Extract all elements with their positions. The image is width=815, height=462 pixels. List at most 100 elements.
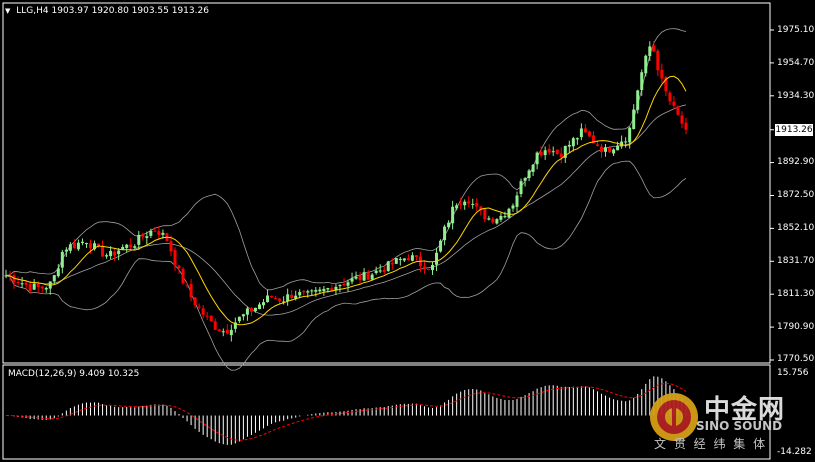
candle-body-76 xyxy=(310,290,314,292)
candle-body-140 xyxy=(567,144,571,147)
candle-body-160 xyxy=(648,46,652,57)
candle-body-67 xyxy=(274,298,278,300)
candle-body-5 xyxy=(24,282,28,285)
candle-body-8 xyxy=(36,284,40,288)
candle-body-88 xyxy=(358,275,362,281)
candle-body-124 xyxy=(503,216,507,218)
candle-body-127 xyxy=(515,195,519,207)
candle-body-120 xyxy=(487,218,491,220)
candle-body-49 xyxy=(201,308,205,315)
candle-body-36 xyxy=(149,230,153,236)
candle-body-31 xyxy=(129,244,133,248)
candle-body-13 xyxy=(56,268,60,277)
candle-body-71 xyxy=(290,294,294,299)
price-label-1: 1954.70 xyxy=(777,58,815,68)
candle-body-166 xyxy=(672,101,676,106)
candle-body-30 xyxy=(125,244,129,248)
candle-body-122 xyxy=(495,219,499,224)
macd-signal-line xyxy=(5,382,687,441)
candle-body-38 xyxy=(157,231,161,235)
candle-body-136 xyxy=(551,151,555,153)
candle-body-169 xyxy=(684,122,688,130)
candle-body-130 xyxy=(527,170,531,178)
bollinger-lower-band xyxy=(5,160,687,371)
candle-body-7 xyxy=(32,283,36,290)
candle-body-85 xyxy=(346,282,350,286)
candle-body-64 xyxy=(262,302,266,306)
candle-body-108 xyxy=(439,240,443,252)
candle-body-109 xyxy=(443,226,447,241)
price-label-10: 1770.50 xyxy=(777,354,815,364)
candle-body-100 xyxy=(406,258,410,261)
candle-body-113 xyxy=(459,204,463,206)
candle-body-126 xyxy=(511,205,515,209)
chart-window[interactable]: ▼ LLG,H4 1903.97 1920.80 1903.55 1913.26… xyxy=(0,0,815,462)
candle-body-162 xyxy=(656,50,660,71)
candle-body-79 xyxy=(322,288,326,292)
candle-body-110 xyxy=(447,222,451,228)
price-label-7: 1831.70 xyxy=(777,256,815,266)
candle-body-165 xyxy=(668,92,672,102)
candle-body-3 xyxy=(16,281,20,283)
candle-body-114 xyxy=(463,201,467,206)
candle-body-144 xyxy=(583,128,587,133)
candle-body-132 xyxy=(535,152,539,165)
candle-body-150 xyxy=(608,147,612,153)
candle-body-131 xyxy=(531,164,535,172)
current-price-marker: 1913.26 xyxy=(775,124,813,136)
candle-body-60 xyxy=(245,308,249,315)
candle-body-63 xyxy=(257,304,261,310)
candle-body-78 xyxy=(318,289,322,292)
candle-body-41 xyxy=(169,241,173,252)
candle-body-94 xyxy=(382,269,386,273)
sino-sound-watermark: 中金网 SINO SOUND 文 贯 经 纬 集 体 xyxy=(640,385,810,457)
candle-body-92 xyxy=(374,270,378,274)
candle-body-84 xyxy=(342,283,346,286)
candle-body-112 xyxy=(455,205,459,209)
candle-body-24 xyxy=(101,245,105,257)
moving-average-line xyxy=(5,75,687,326)
candle-body-46 xyxy=(189,284,193,298)
candle-body-4 xyxy=(20,283,24,285)
candle-body-161 xyxy=(652,45,656,52)
price-label-4: 1892.90 xyxy=(777,157,815,167)
candle-body-37 xyxy=(153,230,157,232)
candle-body-9 xyxy=(40,286,44,289)
candle-body-43 xyxy=(177,265,181,269)
macd-axis-top: 15.756 xyxy=(777,368,809,378)
candle-body-135 xyxy=(547,148,551,153)
price-label-2: 1934.30 xyxy=(777,91,815,101)
candle-body-158 xyxy=(640,72,644,90)
candle-body-143 xyxy=(579,128,583,138)
price-label-5: 1872.50 xyxy=(777,190,815,200)
candle-body-101 xyxy=(410,255,414,261)
dropdown-triangle-icon[interactable]: ▼ xyxy=(5,7,10,15)
candle-body-54 xyxy=(221,331,225,333)
candle-body-75 xyxy=(306,291,310,293)
candle-body-159 xyxy=(644,55,648,74)
ohlc-values: 1903.97 1920.80 1903.55 1913.26 xyxy=(51,6,209,16)
candle-body-70 xyxy=(286,294,290,302)
symbol-timeframe: LLG,H4 xyxy=(16,6,49,16)
price-label-9: 1790.90 xyxy=(777,322,815,332)
price-label-6: 1852.10 xyxy=(777,223,815,233)
candle-body-115 xyxy=(467,201,471,204)
candle-body-97 xyxy=(394,258,398,264)
candle-body-152 xyxy=(616,145,620,151)
candle-body-35 xyxy=(145,236,149,238)
candle-body-99 xyxy=(402,258,406,261)
candle-body-47 xyxy=(193,297,197,306)
candle-body-33 xyxy=(137,234,141,245)
candle-body-14 xyxy=(60,251,64,268)
candle-body-148 xyxy=(600,146,604,153)
candle-body-44 xyxy=(181,268,185,284)
candle-body-86 xyxy=(350,278,354,282)
candle-body-121 xyxy=(491,218,495,223)
candle-body-119 xyxy=(483,208,487,220)
candle-body-61 xyxy=(249,308,253,312)
candle-body-15 xyxy=(64,249,68,252)
candle-body-53 xyxy=(217,329,221,332)
price-label-8: 1811.30 xyxy=(777,289,815,299)
candle-body-96 xyxy=(390,263,394,265)
candle-body-98 xyxy=(398,258,402,260)
